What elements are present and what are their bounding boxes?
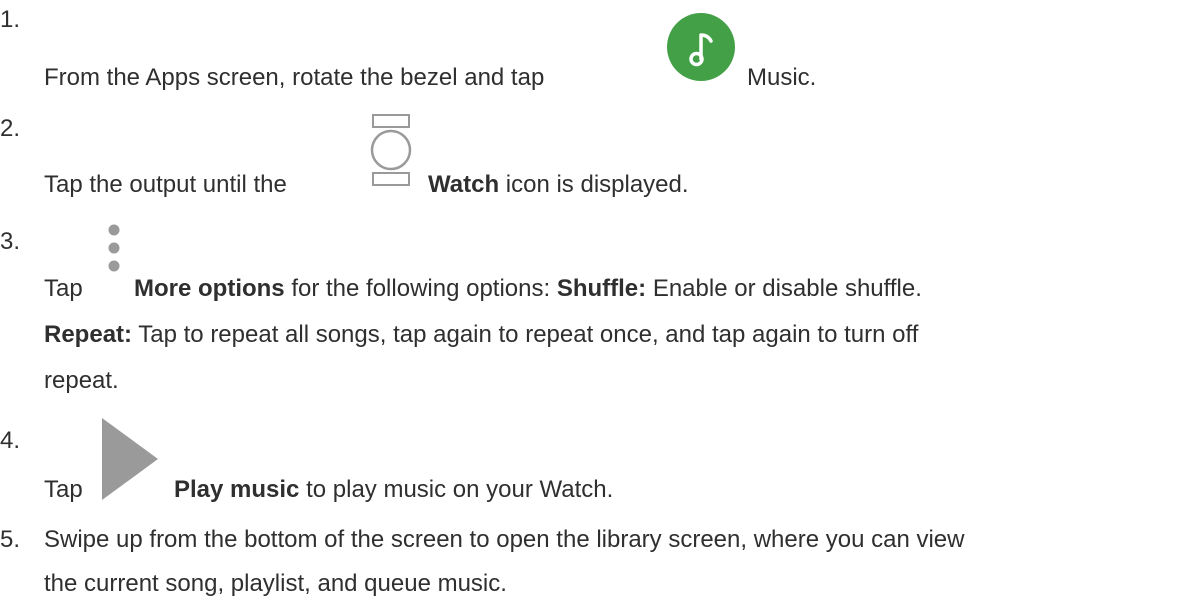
- step-4-bold: Play music: [174, 476, 300, 503]
- step-1-line: From the Apps screen, rotate the bezel a…: [44, 64, 544, 92]
- step-5-line-1: Swipe up from the bottom of the screen t…: [44, 526, 964, 554]
- step-2-number: 2.: [0, 115, 21, 142]
- step-4-text: Tap: [44, 476, 83, 503]
- music-app-icon: [667, 13, 735, 81]
- step-3-line-2: Repeat: Tap to repeat all songs, tap aga…: [44, 321, 918, 349]
- step-3-text: Tap: [44, 275, 83, 302]
- step-3-text-after: Enable or disable shuffle.: [652, 275, 922, 302]
- step-3-text-mid: for the following options:: [291, 275, 551, 302]
- step-2-line-end: Watch icon is displayed.: [428, 171, 689, 199]
- step-1-text-after: Music.: [747, 64, 817, 91]
- step-3-bold-shuffle: Shuffle:: [556, 275, 647, 302]
- play-icon: [102, 418, 160, 500]
- step-2-bold: Watch: [428, 171, 500, 198]
- step-3-bold: More options: [134, 275, 285, 302]
- more-options-icon: [104, 222, 124, 284]
- step-2-line: Tap the output until the: [44, 171, 287, 199]
- step-3-line-end: More options for the following options: …: [134, 275, 922, 303]
- step-1-line-end: Music.: [747, 64, 816, 92]
- step-4-text-after: to play music on your Watch.: [306, 476, 614, 503]
- step-2-text: Tap the output until the: [44, 171, 287, 198]
- watch-output-icon: [370, 112, 412, 188]
- step-3-bold-repeat: Repeat:: [44, 321, 133, 348]
- step-5-number: 5.: [0, 526, 21, 553]
- step-1-number: 1.: [0, 6, 21, 33]
- step-3-number: 3.: [0, 228, 21, 255]
- step-3-text-line3: repeat.: [44, 367, 119, 394]
- step-4-line-end: Play music to play music on your Watch.: [174, 476, 613, 504]
- step-3-line-3: repeat.: [44, 367, 119, 395]
- step-5-line-2: the current song, playlist, and queue mu…: [44, 570, 507, 598]
- step-5-text-line2: the current song, playlist, and queue mu…: [44, 570, 507, 597]
- step-5-text-line1: Swipe up from the bottom of the screen t…: [44, 526, 965, 553]
- step-3-text-line2: Tap to repeat all songs, tap again to re…: [138, 321, 919, 348]
- step-3-line: Tap: [44, 275, 83, 303]
- step-2-text-after: icon is displayed.: [505, 171, 689, 198]
- step-4-number: 4.: [0, 427, 21, 454]
- step-4-line: Tap: [44, 476, 83, 504]
- step-1-text: From the Apps screen, rotate the bezel a…: [44, 64, 545, 91]
